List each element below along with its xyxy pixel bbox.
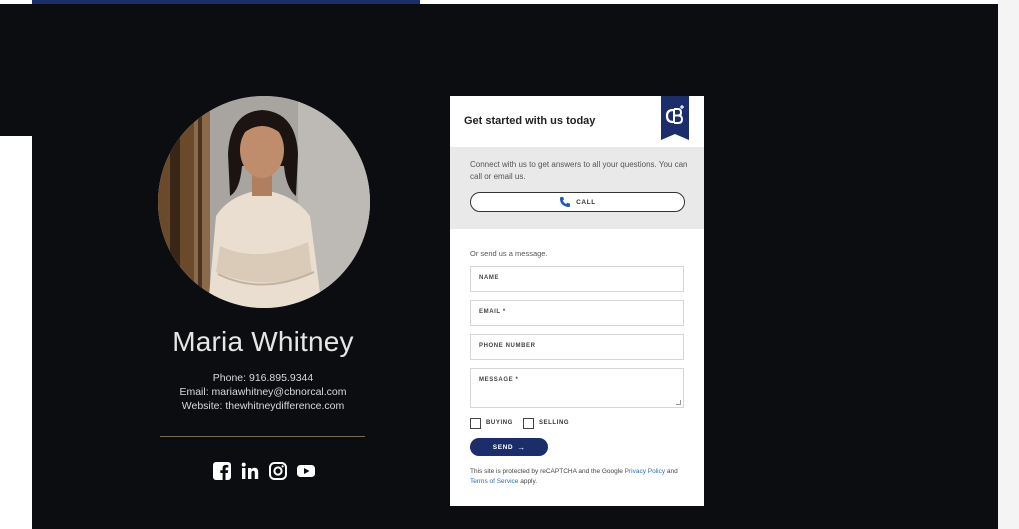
call-button-label: CALL [576,198,596,206]
privacy-policy-link[interactable]: Privacy Policy [625,468,665,475]
phone-number-field[interactable]: PHONE NUMBER [470,334,684,360]
form-title: Get started with us today [464,115,596,127]
agent-email[interactable]: Email: mariawhitney@cbnorcal.com [130,386,396,398]
buying-checkbox-label[interactable]: BUYING [486,420,513,426]
name-field[interactable]: NAME [470,266,684,292]
buying-checkbox[interactable] [470,417,481,429]
coldwell-banker-logo-icon [661,96,689,140]
arrow-right-icon: → [517,442,526,452]
message-field[interactable]: MESSAGE * [470,368,684,408]
linkedin-icon[interactable] [240,461,260,481]
terms-of-service-link[interactable]: Terms of Service [470,478,518,485]
contact-form-card: Get started with us today Connect with u… [450,96,704,506]
message-field-label: MESSAGE * [479,377,519,383]
email-field-label: EMAIL * [479,309,506,315]
facebook-icon[interactable] [212,461,232,481]
agent-profile-photo [158,96,370,308]
youtube-icon[interactable] [296,461,316,481]
agent-website[interactable]: Website: thewhitneydifference.com [130,400,396,412]
message-intro-text: Or send us a message. [470,249,548,258]
agent-name: Maria Whitney [172,326,354,357]
interest-checkboxes: BUYING SELLING [470,417,579,429]
resize-grip-icon[interactable] [676,400,681,405]
phone-icon [559,196,571,208]
social-links [212,461,315,481]
form-header: Get started with us today [450,96,704,142]
name-field-label: NAME [479,275,500,281]
call-section: Connect with us to get answers to all yo… [450,147,704,229]
instagram-icon[interactable] [268,461,288,481]
recaptcha-notice: This site is protected by reCAPTCHA and … [470,467,688,487]
selling-checkbox-label[interactable]: SELLING [539,420,569,426]
recaptcha-text-middle: and [665,468,678,475]
selling-checkbox[interactable] [522,417,534,429]
send-button[interactable]: SEND → [470,438,548,456]
phone-number-field-label: PHONE NUMBER [479,343,536,349]
call-button[interactable]: CALL [470,192,685,212]
call-intro-text: Connect with us to get answers to all yo… [470,160,688,181]
agent-phone[interactable]: Phone: 916.895.9344 [130,372,396,384]
email-field[interactable]: EMAIL * [470,300,684,326]
send-button-label: SEND [492,443,514,451]
recaptcha-text-prefix: This site is protected by reCAPTCHA and … [470,468,625,475]
page-left-margin [0,136,32,529]
page-right-margin [998,0,1019,529]
recaptcha-text-suffix: apply. [518,478,538,485]
profile-divider [160,436,365,437]
